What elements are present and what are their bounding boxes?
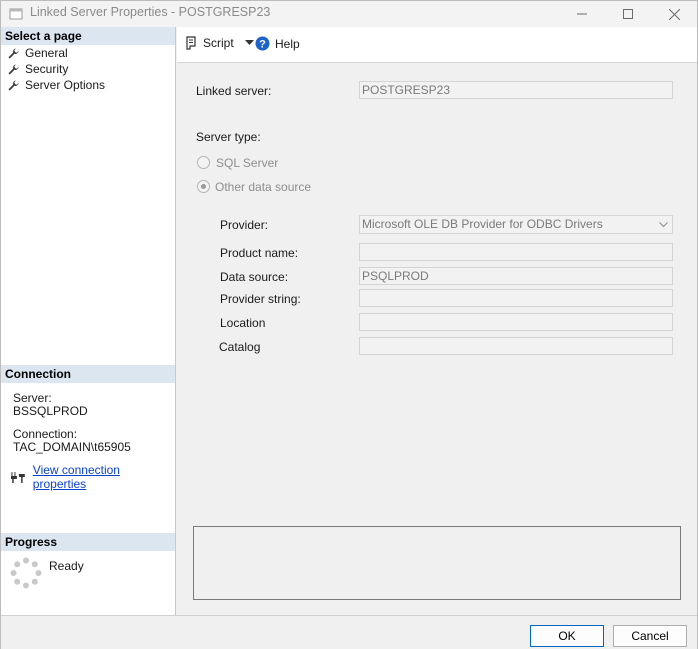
window-title: Linked Server Properties - POSTGRESP23 (30, 5, 271, 19)
location-field[interactable] (359, 313, 673, 331)
wrench-icon (8, 64, 19, 74)
location-label: Location (220, 316, 266, 330)
help-icon: ? (255, 36, 270, 51)
connection-properties-icon (10, 472, 25, 483)
page-item-label: General (25, 46, 68, 60)
provider-value: Microsoft OLE DB Provider for ODBC Drive… (362, 217, 603, 231)
dialog-footer: OK Cancel (1, 615, 697, 649)
data-source-label: Data source: (220, 270, 289, 284)
product-name-label: Product name: (220, 246, 299, 260)
close-icon (668, 8, 680, 20)
other-data-source-radio[interactable] (197, 180, 210, 193)
connection-value: TAC_DOMAIN\t65905 (13, 440, 131, 454)
dropdown-arrow-icon (244, 40, 254, 45)
provider-string-field[interactable] (359, 289, 673, 307)
provider-label: Provider: (220, 218, 269, 232)
ok-button[interactable]: OK (530, 625, 604, 647)
linked-server-properties-dialog: Linked Server Properties - POSTGRESP23 S… (0, 0, 698, 649)
general-page: Linked server: POSTGRESP23 Server type: … (177, 63, 697, 615)
product-name-field[interactable] (359, 243, 673, 261)
help-label: Help (275, 36, 300, 51)
page-item-label: Server Options (25, 78, 106, 92)
data-source-field[interactable]: PSQLPROD (359, 267, 673, 285)
svg-text:?: ? (259, 39, 266, 51)
maximize-button[interactable] (605, 1, 651, 27)
catalog-label: Catalog (219, 340, 261, 354)
title-bar: Linked Server Properties - POSTGRESP23 (1, 1, 697, 27)
chevron-down-icon (659, 222, 668, 228)
provider-string-label: Provider string: (220, 292, 301, 306)
select-page-header: Select a page (1, 27, 175, 45)
connection-label: Connection: (13, 427, 78, 441)
sql-server-label: SQL Server (216, 156, 279, 170)
wrench-icon (8, 48, 19, 58)
close-button[interactable] (651, 1, 697, 27)
dialog-icon (9, 8, 23, 20)
progress-spinner-icon (10, 557, 42, 589)
provider-select[interactable]: Microsoft OLE DB Provider for ODBC Drive… (359, 215, 673, 234)
connection-header: Connection (1, 365, 175, 383)
script-label: Script (203, 36, 234, 50)
page-item-security[interactable]: Security (7, 61, 68, 77)
wrench-icon (8, 80, 19, 90)
progress-header: Progress (1, 533, 175, 551)
left-pane: Select a page General Security Server Op… (1, 27, 176, 615)
linked-server-field[interactable]: POSTGRESP23 (359, 81, 673, 99)
maximize-icon (623, 9, 633, 19)
view-connection-properties: View connection properties (10, 463, 175, 491)
sql-server-radio[interactable] (197, 156, 210, 169)
page-item-server-options[interactable]: Server Options (7, 77, 105, 93)
progress-status: Ready (49, 559, 84, 573)
linked-server-label: Linked server: (196, 84, 272, 98)
server-label: Server: (13, 391, 52, 405)
view-connection-properties-link[interactable]: View connection properties (33, 463, 175, 491)
toolbar: Script ? Help (177, 27, 697, 63)
cancel-button[interactable]: Cancel (613, 625, 687, 647)
page-item-label: Security (25, 62, 69, 76)
server-type-label: Server type: (196, 130, 261, 144)
server-value: BSSQLPROD (13, 404, 88, 418)
minimize-icon (577, 13, 587, 15)
catalog-field[interactable] (359, 337, 673, 355)
minimize-button[interactable] (559, 1, 605, 27)
script-icon (186, 36, 196, 50)
page-item-general[interactable]: General (7, 45, 68, 61)
other-data-source-label: Other data source (215, 180, 312, 194)
description-box (193, 526, 681, 600)
help-button[interactable]: ? Help (255, 36, 300, 51)
script-button[interactable]: Script (185, 36, 254, 50)
